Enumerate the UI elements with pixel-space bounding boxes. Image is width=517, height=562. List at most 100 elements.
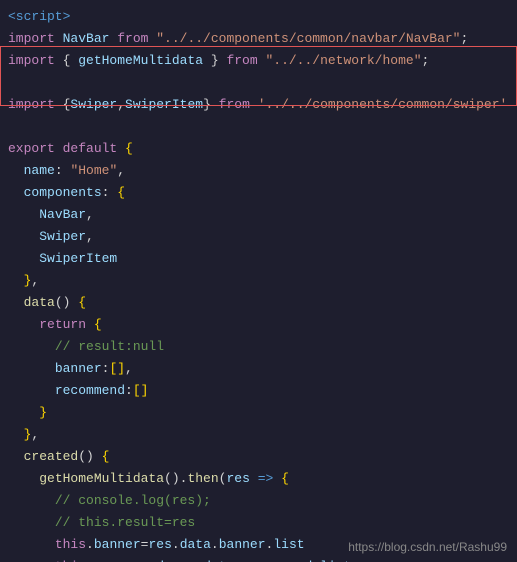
dot-4: . <box>266 535 274 555</box>
code-line-17: banner:[], <box>0 358 517 380</box>
string-navbar-path: "../../components/common/navbar/NavBar" <box>156 29 460 49</box>
func-created: created <box>24 447 79 467</box>
keyword-this-2: this <box>55 557 86 562</box>
identifier-navbar: NavBar <box>63 29 118 49</box>
code-line-13: }, <box>0 270 517 292</box>
indent-10 <box>8 205 39 225</box>
string-home: "Home" <box>70 161 117 181</box>
bracket-close-1: } <box>24 271 32 291</box>
dot-1: . <box>86 535 94 555</box>
bracket-open-1: { <box>125 139 133 159</box>
indent-23 <box>8 491 55 511</box>
indent-19 <box>8 403 39 423</box>
func-gethome-call: getHomeMultidata <box>39 469 164 489</box>
dot-8: . <box>312 557 320 562</box>
comment-console: // console.log(res); <box>55 491 211 511</box>
param-res: res <box>226 469 249 489</box>
paren-2: () <box>78 447 101 467</box>
comment-result: // result:null <box>55 337 164 357</box>
prop-data-1: data <box>180 535 211 555</box>
colon-2: : <box>102 183 118 203</box>
code-line-21: created() { <box>0 446 517 468</box>
eq-1: = <box>141 535 149 555</box>
string-swiper-path: '../../components/common/swiper' <box>258 95 508 115</box>
code-editor: <script> import NavBar from "../../compo… <box>0 0 517 562</box>
bracket-open-6: { <box>281 469 289 489</box>
brace-close-2: } <box>203 95 219 115</box>
code-line-9: components: { <box>0 182 517 204</box>
code-line-12: SwiperItem <box>0 248 517 270</box>
tag-open: <script> <box>8 7 70 27</box>
code-line-20: }, <box>0 424 517 446</box>
indent-12 <box>8 249 39 269</box>
dot-5: . <box>86 557 94 562</box>
code-line-4 <box>0 72 517 94</box>
arr-open-2: [] <box>133 381 149 401</box>
indent-24 <box>8 513 55 533</box>
prop-name: name <box>24 161 55 181</box>
indent-14 <box>8 293 24 313</box>
indent-15 <box>8 315 39 335</box>
keyword-return: return <box>39 315 94 335</box>
code-line-8: name: "Home", <box>0 160 517 182</box>
semi-1: ; <box>460 29 468 49</box>
indent-21 <box>8 447 24 467</box>
indent-25 <box>8 535 55 555</box>
prop-components: components <box>24 183 102 203</box>
func-then: then <box>187 469 218 489</box>
comma-7: , <box>31 425 39 445</box>
string-network-path: "../../network/home" <box>265 51 421 71</box>
code-line-14: data() { <box>0 292 517 314</box>
comma-3: , <box>86 205 94 225</box>
eq-2: = <box>164 557 172 562</box>
prop-list-2: list <box>320 557 351 562</box>
brace-close-1: } <box>211 51 227 71</box>
this-recommend: recommend <box>94 557 164 562</box>
identifier-swiperitem: SwiperItem <box>125 95 203 115</box>
code-line-11: Swiper, <box>0 226 517 248</box>
paren-4: ( <box>219 469 227 489</box>
code-line-18: recommend:[] <box>0 380 517 402</box>
bracket-open-4: { <box>94 315 102 335</box>
comma-2: , <box>117 161 125 181</box>
paren-1: () <box>55 293 78 313</box>
bracket-close-3: } <box>24 425 32 445</box>
comment-result2: // this.result=res <box>55 513 195 533</box>
brace-open-2: { <box>63 95 71 115</box>
comp-navbar: NavBar <box>39 205 86 225</box>
indent-26 <box>8 557 55 562</box>
colon-1: : <box>55 161 71 181</box>
keyword-import-2: import <box>8 51 63 71</box>
code-line-3: import { getHomeMultidata } from "../../… <box>0 50 517 72</box>
indent-18 <box>8 381 55 401</box>
this-banner: banner <box>94 535 141 555</box>
prop-list-1: list <box>273 535 304 555</box>
arrow-1: => <box>250 469 281 489</box>
bracket-close-2: } <box>39 403 47 423</box>
keyword-from-1: from <box>117 29 156 49</box>
keyword-import-1: import <box>8 29 63 49</box>
comma-6: , <box>125 359 133 379</box>
keyword-import-3: import <box>8 95 63 115</box>
comp-swiperitem: SwiperItem <box>39 249 117 269</box>
indent-8 <box>8 161 24 181</box>
identifier-gethome: getHomeMultidata <box>78 51 211 71</box>
paren-3: (). <box>164 469 187 489</box>
code-line-19: } <box>0 402 517 424</box>
dot-7: . <box>234 557 242 562</box>
indent-17 <box>8 359 55 379</box>
indent-22 <box>8 469 39 489</box>
keyword-from-3: from <box>219 95 258 115</box>
bracket-open-3: { <box>78 293 86 313</box>
code-line-5: import {Swiper,SwiperItem} from '../../c… <box>0 94 517 116</box>
func-data: data <box>24 293 55 313</box>
comp-swiper: Swiper <box>39 227 86 247</box>
res-data-2: res <box>172 557 195 562</box>
indent-16 <box>8 337 55 357</box>
indent-13 <box>8 271 24 291</box>
indent-9 <box>8 183 24 203</box>
comma-5: , <box>31 271 39 291</box>
code-line-10: NavBar, <box>0 204 517 226</box>
dot-3: . <box>211 535 219 555</box>
code-line-26: this.recommend=res.data.recommend.list <box>0 556 517 562</box>
